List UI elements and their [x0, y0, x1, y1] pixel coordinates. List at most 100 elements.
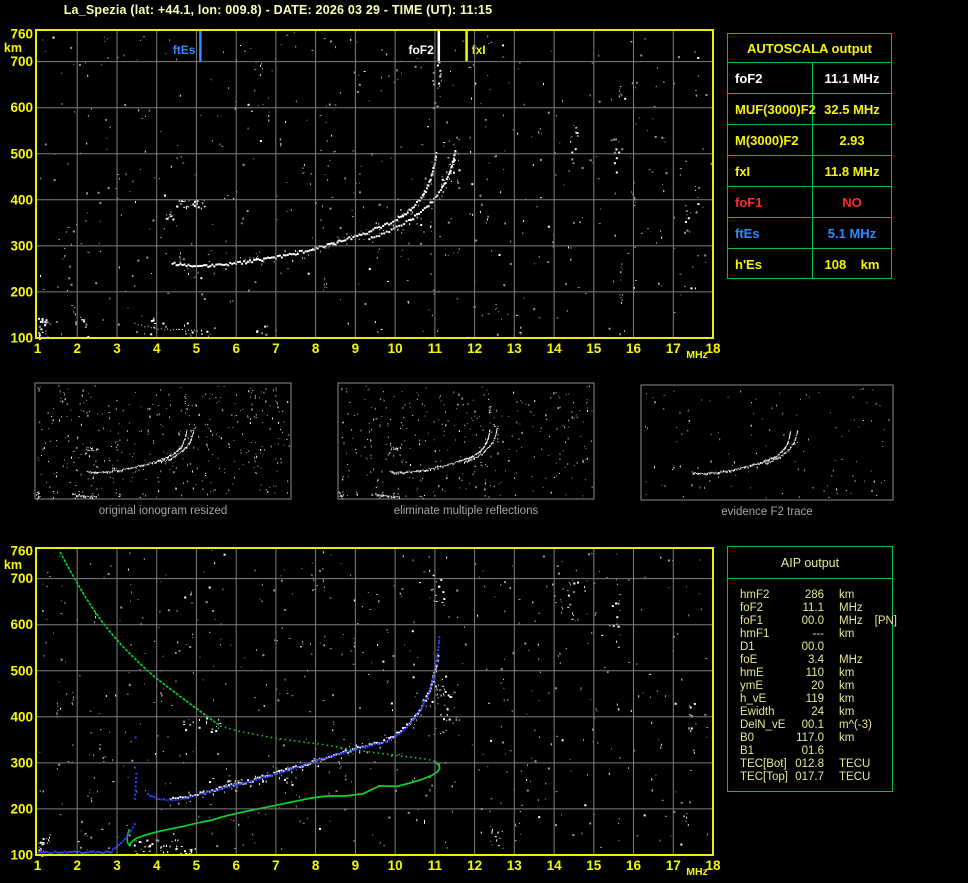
aip-name: Ewidth — [740, 706, 775, 718]
aip-name: B1 — [740, 745, 755, 757]
aip-row-hme: hmE 110 km — [728, 667, 892, 680]
svg-text:100: 100 — [10, 848, 33, 863]
autoscala-param-value: 11.8 MHz — [824, 163, 880, 179]
svg-text:6: 6 — [232, 341, 240, 356]
autoscala-param-value: 108 km — [824, 256, 880, 272]
svg-text:6: 6 — [232, 858, 240, 873]
svg-text:11: 11 — [428, 341, 443, 356]
bottom-ionogram-plot: 760700600500400300200100km1 2 3 4 5 6 7 8 9 10 11 1… — [4, 544, 721, 879]
svg-text:17: 17 — [666, 858, 681, 873]
aip-row-foe: foE 3.4 MHz — [728, 654, 892, 667]
svg-text:16: 16 — [626, 858, 642, 873]
aip-name: foF2 — [740, 602, 764, 614]
scaled-trace-blue — [37, 636, 441, 855]
thumbnail-plot-0 — [34, 382, 292, 500]
svg-text:12: 12 — [467, 858, 482, 873]
page-title: La_Spezia (lat: +44.1, lon: 009.8) - DAT… — [63, 3, 493, 17]
aip-value: 11.1 — [802, 602, 824, 614]
aip-value: 20 — [811, 680, 824, 692]
svg-text:500: 500 — [10, 146, 33, 161]
autoscala-param-value: 5.1 MHz — [827, 225, 877, 241]
y-axis-unit-label: km — [4, 41, 22, 55]
svg-text:10: 10 — [388, 341, 403, 356]
aip-unit: m^(-3) — [839, 719, 872, 731]
autoscala-param-name: foF2 — [728, 63, 813, 93]
aip-table: AIP output hmF2 286 km foF2 11.1 MHz foF1 00.0 M… — [727, 546, 897, 792]
autoscala-param-name: fxI — [728, 156, 813, 186]
svg-text:300: 300 — [10, 755, 33, 770]
svg-text:14: 14 — [547, 341, 563, 356]
aip-value: 017.7 — [795, 771, 824, 783]
aip-row-d1: D1 00.0 — [728, 641, 892, 654]
aip-table-rows: hmF2 286 km foF2 11.1 MHz foF1 00.0 MHz [PN] hmF1 -… — [728, 579, 897, 784]
aip-row-ewidth: Ewidth 24 km — [728, 706, 892, 719]
svg-text:200: 200 — [10, 801, 33, 816]
svg-text:300: 300 — [10, 238, 33, 253]
autoscala-param-name: h'Es — [728, 249, 813, 279]
aip-value: 012.8 — [795, 758, 824, 770]
aip-value: 286 — [804, 589, 824, 601]
svg-text:1: 1 — [34, 858, 42, 873]
svg-text:7: 7 — [272, 341, 280, 356]
autoscala-param-value: 11.1 MHz — [824, 70, 880, 86]
svg-text:400: 400 — [10, 709, 33, 724]
svg-text:3: 3 — [113, 341, 121, 356]
aip-value: 119 — [805, 693, 824, 705]
svg-text:400: 400 — [10, 192, 33, 207]
autoscala-table: AUTOSCALA output foF2 11.1 MHz MUF(3000)F2… — [727, 33, 892, 279]
aip-name: h_vE — [740, 693, 767, 705]
svg-text:11: 11 — [428, 858, 443, 873]
autoscala-row-fof1: foF1 NO — [728, 186, 891, 217]
thumbnail-caption-multiple-reflections: eliminate multiple reflections — [393, 505, 539, 517]
autoscala-table-header: AUTOSCALA output — [747, 40, 872, 56]
aip-name: hmE — [740, 667, 764, 679]
fof2-marker-label: foF2 — [408, 43, 434, 57]
svg-text:2: 2 — [73, 858, 81, 873]
autoscala-row-ftes: ftEs 5.1 MHz — [728, 217, 891, 248]
autoscala-param-name: ftEs — [728, 218, 813, 248]
aip-value: 01.6 — [801, 745, 824, 757]
aip-row-hmf1: hmF1 --- km — [728, 628, 892, 641]
autoscala-row-hes: h'Es 108 km — [728, 248, 891, 279]
aip-unit: km — [839, 693, 855, 705]
thumbnail-plot-1 — [337, 382, 595, 500]
svg-text:13: 13 — [507, 341, 523, 356]
aip-row-b1: B1 01.6 — [728, 745, 892, 758]
aip-table-header: AIP output — [728, 547, 892, 579]
svg-text:14: 14 — [547, 858, 563, 873]
svg-text:700: 700 — [10, 54, 33, 69]
aip-value: 24 — [811, 706, 824, 718]
svg-text:760: 760 — [10, 544, 33, 559]
aip-name: TEC[Top] — [740, 771, 788, 783]
aip-row-hmf2: hmF2 286 km — [728, 589, 892, 602]
svg-text:18: 18 — [705, 858, 721, 873]
svg-text:13: 13 — [507, 858, 523, 873]
y-axis-unit-label: km — [4, 558, 22, 572]
autoscala-param-name: foF1 — [728, 187, 813, 217]
aip-unit: km — [839, 732, 855, 744]
autoscala-param-name: M(3000)F2 — [728, 125, 813, 155]
svg-text:1: 1 — [34, 341, 42, 356]
aip-row-yme: ymE 20 km — [728, 680, 892, 693]
aip-row-hve: h_vE 119 km — [728, 693, 892, 706]
aip-name: hmF2 — [740, 589, 770, 601]
aip-unit: km — [839, 706, 855, 718]
svg-text:200: 200 — [10, 284, 33, 299]
aip-value: 110 — [805, 667, 824, 679]
aip-unit: km — [839, 589, 855, 601]
aip-unit: km — [839, 628, 855, 640]
ftes-marker-label: ftEs — [173, 43, 196, 57]
svg-text:5: 5 — [193, 858, 201, 873]
autoscala-param-value: 32.5 MHz — [824, 101, 880, 117]
aip-name: foF1 — [740, 615, 764, 627]
svg-text:16: 16 — [626, 341, 642, 356]
aip-unit: km — [839, 680, 855, 692]
svg-text:760: 760 — [10, 27, 33, 42]
svg-text:600: 600 — [10, 617, 33, 632]
fof2-marker: foF2 — [408, 31, 441, 62]
svg-text:17: 17 — [666, 341, 681, 356]
svg-text:3: 3 — [113, 858, 121, 873]
aip-row-tecbot: TEC[Bot] 012.8 TECU — [728, 758, 892, 771]
aip-name: hmF1 — [740, 628, 770, 640]
aip-name: ymE — [740, 680, 763, 692]
